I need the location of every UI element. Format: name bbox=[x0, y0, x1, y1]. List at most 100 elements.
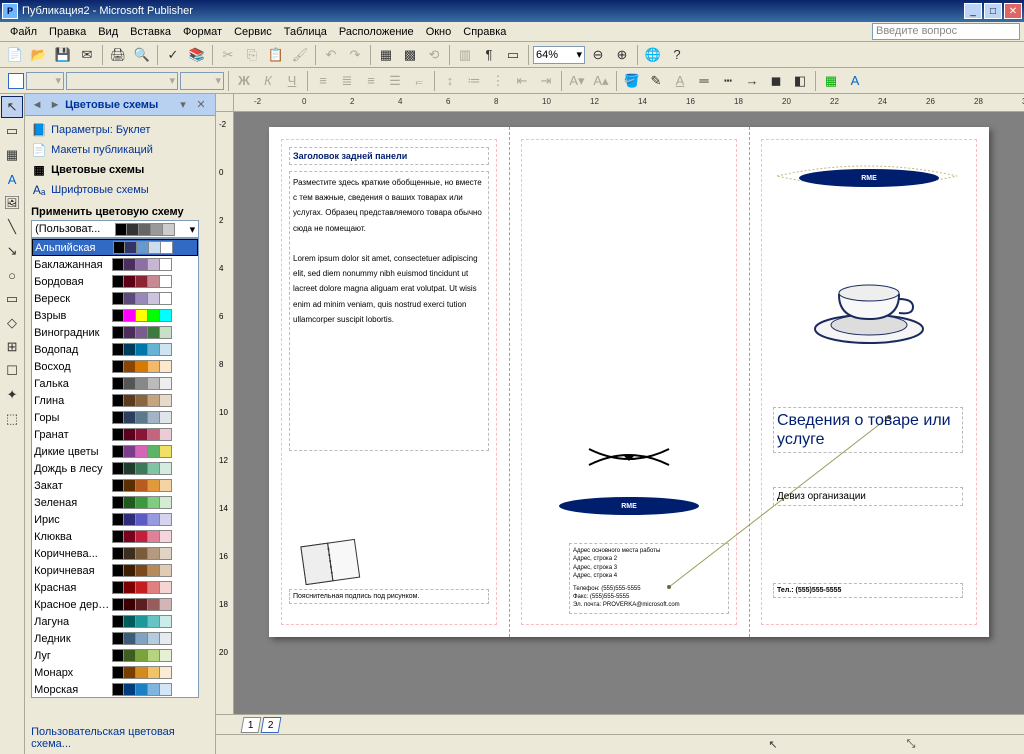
insert-wordart-button[interactable]: A bbox=[844, 70, 866, 92]
undo-button[interactable]: ↶ bbox=[320, 44, 342, 66]
mail-button[interactable]: ✉ bbox=[76, 44, 98, 66]
menu-format[interactable]: Формат bbox=[177, 24, 228, 40]
menu-view[interactable]: Вид bbox=[92, 24, 124, 40]
dec-indent-button[interactable]: ⇤ bbox=[511, 70, 533, 92]
oval-tool[interactable]: ○ bbox=[1, 264, 23, 286]
scheme-item[interactable]: Закат bbox=[32, 477, 198, 494]
page-canvas[interactable]: Заголовок задней панели Разместите здесь… bbox=[269, 127, 989, 637]
design-gallery-tool[interactable]: ✦ bbox=[1, 384, 23, 406]
scheme-item[interactable]: Морская bbox=[32, 681, 198, 698]
scheme-item[interactable]: Глина bbox=[32, 392, 198, 409]
arrow-style-button[interactable]: → bbox=[741, 70, 763, 92]
save-button[interactable]: 💾 bbox=[52, 44, 74, 66]
scheme-item[interactable]: Монарх bbox=[32, 664, 198, 681]
taskpane-link-3[interactable]: AₐШрифтовые схемы bbox=[31, 180, 209, 200]
taskpane-menu-button[interactable]: ▾ bbox=[175, 97, 191, 113]
columns-button[interactable]: ▥ bbox=[454, 44, 476, 66]
open-button[interactable]: 📂 bbox=[28, 44, 50, 66]
rect-tool[interactable]: ▭ bbox=[1, 288, 23, 310]
form-tool[interactable]: ☐ bbox=[1, 360, 23, 382]
scheme-item[interactable]: Ирис bbox=[32, 511, 198, 528]
inc-font-button[interactable]: A▴ bbox=[590, 70, 612, 92]
align-right-button[interactable]: ≡ bbox=[360, 70, 382, 92]
fontsize-combo[interactable]: ▾ bbox=[180, 72, 224, 90]
underline-button[interactable]: Ч bbox=[281, 70, 303, 92]
scheme-item[interactable]: Восход bbox=[32, 358, 198, 375]
line-spacing-button[interactable]: ↕ bbox=[439, 70, 461, 92]
menu-edit[interactable]: Правка bbox=[43, 24, 92, 40]
picture-tool[interactable]: 🖼 bbox=[1, 192, 23, 214]
textbox-tool[interactable]: ▭ bbox=[1, 120, 23, 142]
scheme-item[interactable]: Виноградник bbox=[32, 324, 198, 341]
align-left-button[interactable]: ≡ bbox=[312, 70, 334, 92]
custom-scheme-link[interactable]: Пользовательская цветовая схема... bbox=[25, 722, 215, 754]
cut-button[interactable]: ✂ bbox=[217, 44, 239, 66]
wordart-tool[interactable]: A bbox=[1, 168, 23, 190]
new-button[interactable]: 📄 bbox=[4, 44, 26, 66]
scheme-item[interactable]: Луг bbox=[32, 647, 198, 664]
page-tab-2[interactable]: 2 bbox=[261, 717, 282, 733]
minimize-button[interactable]: _ bbox=[964, 3, 982, 19]
scheme-item[interactable]: Водопад bbox=[32, 341, 198, 358]
print-button[interactable]: 🖨 bbox=[107, 44, 129, 66]
taskpane-close-button[interactable]: ✕ bbox=[193, 97, 209, 113]
scheme-item[interactable]: Коричнева... bbox=[32, 545, 198, 562]
select-tool[interactable]: ↖ bbox=[1, 96, 23, 118]
scheme-item[interactable]: Лагуна bbox=[32, 613, 198, 630]
scheme-item[interactable]: Гранат bbox=[32, 426, 198, 443]
bring-front-button[interactable]: ▦ bbox=[375, 44, 397, 66]
scheme-item[interactable]: Бордовая bbox=[32, 273, 198, 290]
restore-button[interactable]: □ bbox=[984, 3, 1002, 19]
align-center-button[interactable]: ≣ bbox=[336, 70, 358, 92]
scheme-item[interactable]: Баклажанная bbox=[32, 256, 198, 273]
copy-button[interactable]: ⎘ bbox=[241, 44, 263, 66]
close-button[interactable]: ✕ bbox=[1004, 3, 1022, 19]
line-style-button[interactable]: ═ bbox=[693, 70, 715, 92]
taskpane-back-button[interactable]: ◄ bbox=[29, 97, 45, 113]
send-back-button[interactable]: ▩ bbox=[399, 44, 421, 66]
menu-tools[interactable]: Сервис bbox=[228, 24, 278, 40]
help-button[interactable]: ? bbox=[666, 44, 688, 66]
scheme-item[interactable]: Зеленая bbox=[32, 494, 198, 511]
taskpane-link-1[interactable]: 📄Макеты публикаций bbox=[31, 140, 209, 160]
bold-button[interactable]: Ж bbox=[233, 70, 255, 92]
scheme-item[interactable]: Красное дерево bbox=[32, 596, 198, 613]
arrow-tool[interactable]: ↘ bbox=[1, 240, 23, 262]
menu-help[interactable]: Справка bbox=[457, 24, 512, 40]
scheme-item[interactable]: Ледник bbox=[32, 630, 198, 647]
taskpane-link-0[interactable]: 📘Параметры: Буклет bbox=[31, 120, 209, 140]
dash-style-button[interactable]: ┅ bbox=[717, 70, 739, 92]
justify-button[interactable]: ☰ bbox=[384, 70, 406, 92]
boundaries-button[interactable]: ▭ bbox=[502, 44, 524, 66]
menu-arrange[interactable]: Расположение bbox=[333, 24, 420, 40]
insert-table-button[interactable]: ▦ bbox=[820, 70, 842, 92]
help-search-input[interactable]: Введите вопрос bbox=[872, 23, 1020, 40]
zoom-in-button[interactable]: ⊕ bbox=[611, 44, 633, 66]
inc-indent-button[interactable]: ⇥ bbox=[535, 70, 557, 92]
styles-chip[interactable] bbox=[8, 73, 24, 89]
scheme-item[interactable]: Коричневая bbox=[32, 562, 198, 579]
paste-button[interactable]: 📋 bbox=[265, 44, 287, 66]
preview-button[interactable]: 🔍 bbox=[131, 44, 153, 66]
scheme-item[interactable]: Вереск bbox=[32, 290, 198, 307]
font-combo[interactable]: ▾ bbox=[66, 72, 178, 90]
distribute-button[interactable]: ⫭ bbox=[408, 70, 430, 92]
webpage-preview-button[interactable]: 🌐 bbox=[642, 44, 664, 66]
menu-window[interactable]: Окно bbox=[420, 24, 458, 40]
taskpane-fwd-button[interactable]: ► bbox=[47, 97, 63, 113]
special-char-button[interactable]: ¶ bbox=[478, 44, 500, 66]
format-painter-button[interactable]: 🖌 bbox=[289, 44, 311, 66]
scheme-item[interactable]: Дикие цветы bbox=[32, 443, 198, 460]
menu-insert[interactable]: Вставка bbox=[124, 24, 177, 40]
menu-file[interactable]: Файл bbox=[4, 24, 43, 40]
bullets-button[interactable]: ⋮ bbox=[487, 70, 509, 92]
taskpane-link-2[interactable]: ▦Цветовые схемы bbox=[31, 160, 209, 180]
scheme-dropdown[interactable]: (Пользоват... ▾ bbox=[31, 220, 199, 238]
research-button[interactable]: 📚 bbox=[186, 44, 208, 66]
redo-button[interactable]: ↷ bbox=[344, 44, 366, 66]
table-tool[interactable]: ▦ bbox=[1, 144, 23, 166]
dec-font-button[interactable]: A▾ bbox=[566, 70, 588, 92]
scheme-item[interactable]: Красная bbox=[32, 579, 198, 596]
autoshape-tool[interactable]: ◇ bbox=[1, 312, 23, 334]
fill-color-button[interactable]: 🪣 bbox=[621, 70, 643, 92]
